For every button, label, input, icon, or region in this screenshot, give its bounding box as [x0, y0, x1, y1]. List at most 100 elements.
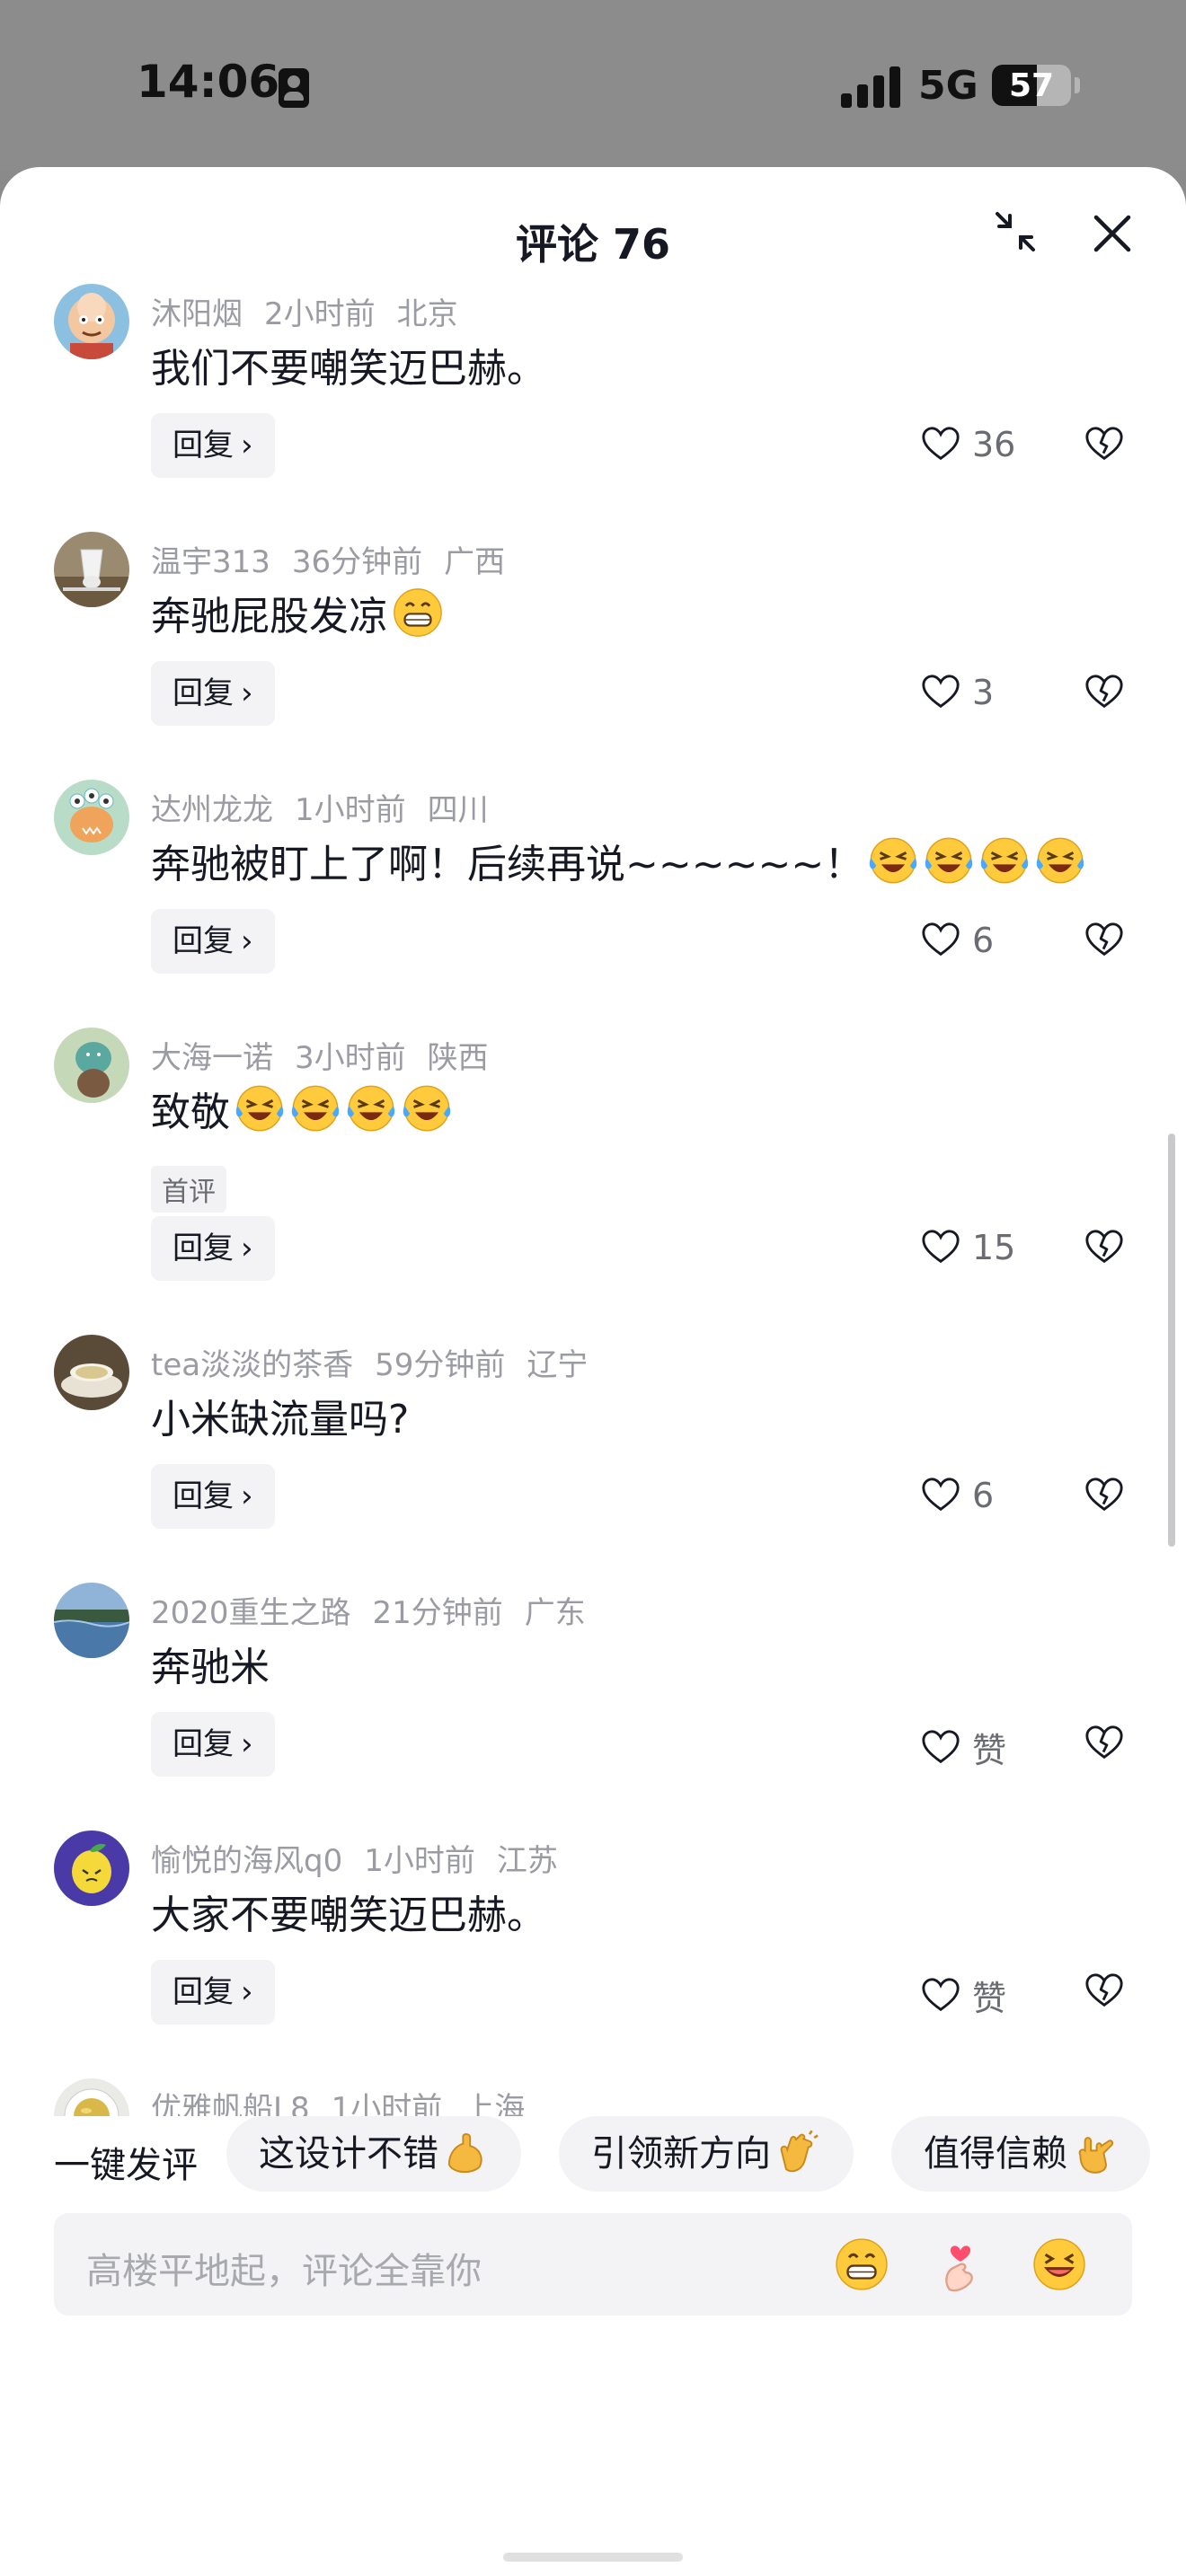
- comment-time: 21分钟前: [372, 1595, 503, 1631]
- comment-username[interactable]: tea淡淡的茶香: [151, 1347, 353, 1383]
- dislike-heart-icon[interactable]: [1084, 672, 1125, 713]
- like-heart-icon[interactable]: [920, 424, 961, 465]
- reply-button[interactable]: 回复 ›: [151, 1464, 275, 1529]
- quick-chip-direction[interactable]: 引领新方向: [559, 2116, 854, 2192]
- comment-list[interactable]: 沐阳烟 2小时前 北京 我们不要嘲笑迈巴赫。 回复 › 36 温宇313 36分钟前 广西 奔驰屁股…: [0, 284, 1186, 2326]
- lemon-avatar[interactable]: [54, 1831, 129, 1906]
- comment-location: 广东: [524, 1595, 586, 1631]
- reply-button-label: 回复: [173, 428, 234, 463]
- comment-item[interactable]: 大海一诺 3小时前 陕西 致敬 首评 回复 › 15: [0, 1028, 1186, 1335]
- chevron-right-icon: ›: [241, 675, 253, 711]
- comment-username[interactable]: 温宇313: [151, 544, 270, 580]
- comment-item[interactable]: 2020重生之路 21分钟前 广东奔驰米回复 › 赞: [0, 1583, 1186, 1831]
- laugh-cry-emoji-icon: [235, 1085, 284, 1132]
- status-bar: 14:06 5G 57: [0, 0, 1186, 171]
- scrollbar[interactable]: [1168, 1134, 1175, 1547]
- like-button[interactable]: 15: [920, 1227, 1015, 1272]
- comment-username[interactable]: 大海一诺: [151, 1040, 273, 1076]
- dislike-heart-icon[interactable]: [1084, 1971, 1125, 2012]
- comment-item[interactable]: 达州龙龙 1小时前 四川 奔驰被盯上了啊！后续再说~~~~~~！ 回复 › 6: [0, 780, 1186, 1028]
- comment-text: 奔驰米: [151, 1635, 1121, 1701]
- comment-text: 奔驰被盯上了啊！后续再说~~~~~~！: [151, 832, 1121, 898]
- shuttlecock-avatar[interactable]: [54, 532, 129, 607]
- lake-avatar[interactable]: [54, 1583, 129, 1658]
- like-heart-icon[interactable]: [920, 672, 961, 713]
- laugh-cry-emoji-icon: [981, 837, 1029, 884]
- comment-meta: tea淡淡的茶香 59分钟前 辽宁: [151, 1340, 609, 1384]
- comment-location: 四川: [427, 792, 489, 828]
- reply-button-label: 回复: [173, 1726, 234, 1762]
- like-heart-icon[interactable]: [920, 1475, 961, 1516]
- comment-item[interactable]: 愉悦的海风q0 1小时前 江苏 大家不要嘲笑迈巴赫。 回复 › 赞: [0, 1831, 1186, 2078]
- like-count: 赞: [972, 1731, 1007, 1770]
- comment-username[interactable]: 愉悦的海风q0: [151, 1843, 342, 1879]
- close-icon[interactable]: [1087, 208, 1137, 259]
- person-id-icon: [279, 68, 309, 108]
- collapse-icon[interactable]: [992, 208, 1039, 255]
- comment-text: 致敬: [151, 1080, 1121, 1146]
- like-button[interactable]: 6: [920, 920, 994, 965]
- comment-text-content: 奔驰米: [151, 1645, 270, 1690]
- reply-button[interactable]: 回复 ›: [151, 1960, 275, 2025]
- comment-input-placeholder[interactable]: 高楼平地起，评论全靠你: [86, 2242, 482, 2294]
- like-button[interactable]: 36: [920, 424, 1015, 469]
- like-heart-icon[interactable]: [920, 1227, 961, 1268]
- like-button[interactable]: 6: [920, 1475, 994, 1520]
- comment-meta: 2020重生之路 21分钟前 广东: [151, 1588, 607, 1632]
- like-heart-icon[interactable]: [920, 1975, 961, 2016]
- laugh-cry-emoji-icon: [291, 1085, 340, 1132]
- reply-button-label: 回复: [173, 1478, 234, 1514]
- dislike-heart-icon[interactable]: [1084, 1475, 1125, 1516]
- comment-username[interactable]: 沐阳烟: [151, 296, 243, 332]
- dislike-heart-icon[interactable]: [1084, 1723, 1125, 1764]
- reply-button[interactable]: 回复 ›: [151, 413, 275, 478]
- monster-avatar[interactable]: [54, 780, 129, 855]
- like-count: 赞: [972, 1979, 1007, 2018]
- quick-chip-trust[interactable]: 值得信赖: [891, 2116, 1150, 2192]
- dislike-heart-icon[interactable]: [1084, 1227, 1125, 1268]
- old-man-avatar[interactable]: [54, 284, 129, 359]
- home-indicator[interactable]: [503, 2553, 683, 2562]
- like-heart-icon[interactable]: [920, 920, 961, 961]
- like-button[interactable]: 赞: [920, 1971, 1006, 2018]
- reply-button[interactable]: 回复 ›: [151, 1216, 275, 1281]
- comment-username[interactable]: 2020重生之路: [151, 1595, 351, 1631]
- signal-strength-icon: [841, 65, 902, 108]
- like-count: 6: [972, 921, 995, 960]
- comment-text: 我们不要嘲笑迈巴赫。: [151, 336, 1121, 402]
- like-button[interactable]: 3: [920, 672, 994, 717]
- grin-emoji-icon[interactable]: [834, 2236, 890, 2292]
- like-heart-icon[interactable]: [920, 1727, 961, 1769]
- plant-avatar[interactable]: [54, 1028, 129, 1103]
- quick-chip-text: 引领新方向: [591, 2133, 771, 2175]
- comment-input[interactable]: 高楼平地起，评论全靠你: [54, 2213, 1132, 2316]
- comment-meta: 温宇313 36分钟前 广西: [151, 537, 527, 581]
- comment-location: 辽宁: [527, 1347, 589, 1383]
- comment-username[interactable]: 达州龙龙: [151, 792, 273, 828]
- reply-button[interactable]: 回复 ›: [151, 1712, 275, 1777]
- reply-button[interactable]: 回复 ›: [151, 909, 275, 974]
- comment-item[interactable]: 温宇313 36分钟前 广西 奔驰屁股发凉回复 › 3: [0, 532, 1186, 780]
- comment-item[interactable]: 沐阳烟 2小时前 北京 我们不要嘲笑迈巴赫。 回复 › 36: [0, 284, 1186, 532]
- comment-text-content: 大家不要嘲笑迈巴赫。: [151, 1892, 546, 1938]
- laughing-emoji-icon[interactable]: [1031, 2236, 1087, 2292]
- comment-location: 广西: [444, 544, 506, 580]
- comment-location: 陕西: [427, 1040, 489, 1076]
- laugh-cry-emoji-icon: [925, 837, 973, 884]
- laugh-cry-emoji-icon: [347, 1085, 395, 1132]
- reply-button[interactable]: 回复 ›: [151, 661, 275, 726]
- quick-chip-design[interactable]: 这设计不错: [226, 2116, 521, 2192]
- like-count: 36: [972, 425, 1016, 464]
- tea-cup-avatar[interactable]: [54, 1335, 129, 1410]
- network-type: 5G: [918, 63, 978, 109]
- dislike-heart-icon[interactable]: [1084, 424, 1125, 465]
- comment-text: 小米缺流量吗?: [151, 1387, 1121, 1453]
- finger-heart-icon[interactable]: [933, 2236, 988, 2292]
- like-button[interactable]: 赞: [920, 1723, 1006, 1770]
- comment-item[interactable]: tea淡淡的茶香 59分钟前 辽宁 小米缺流量吗? 回复 › 6: [0, 1335, 1186, 1583]
- dislike-heart-icon[interactable]: [1084, 920, 1125, 961]
- comment-meta: 大海一诺 3小时前 陕西: [151, 1033, 510, 1077]
- comment-text-content: 奔驰屁股发凉: [151, 594, 388, 640]
- comment-location: 江苏: [496, 1843, 558, 1879]
- like-count: 15: [972, 1228, 1016, 1267]
